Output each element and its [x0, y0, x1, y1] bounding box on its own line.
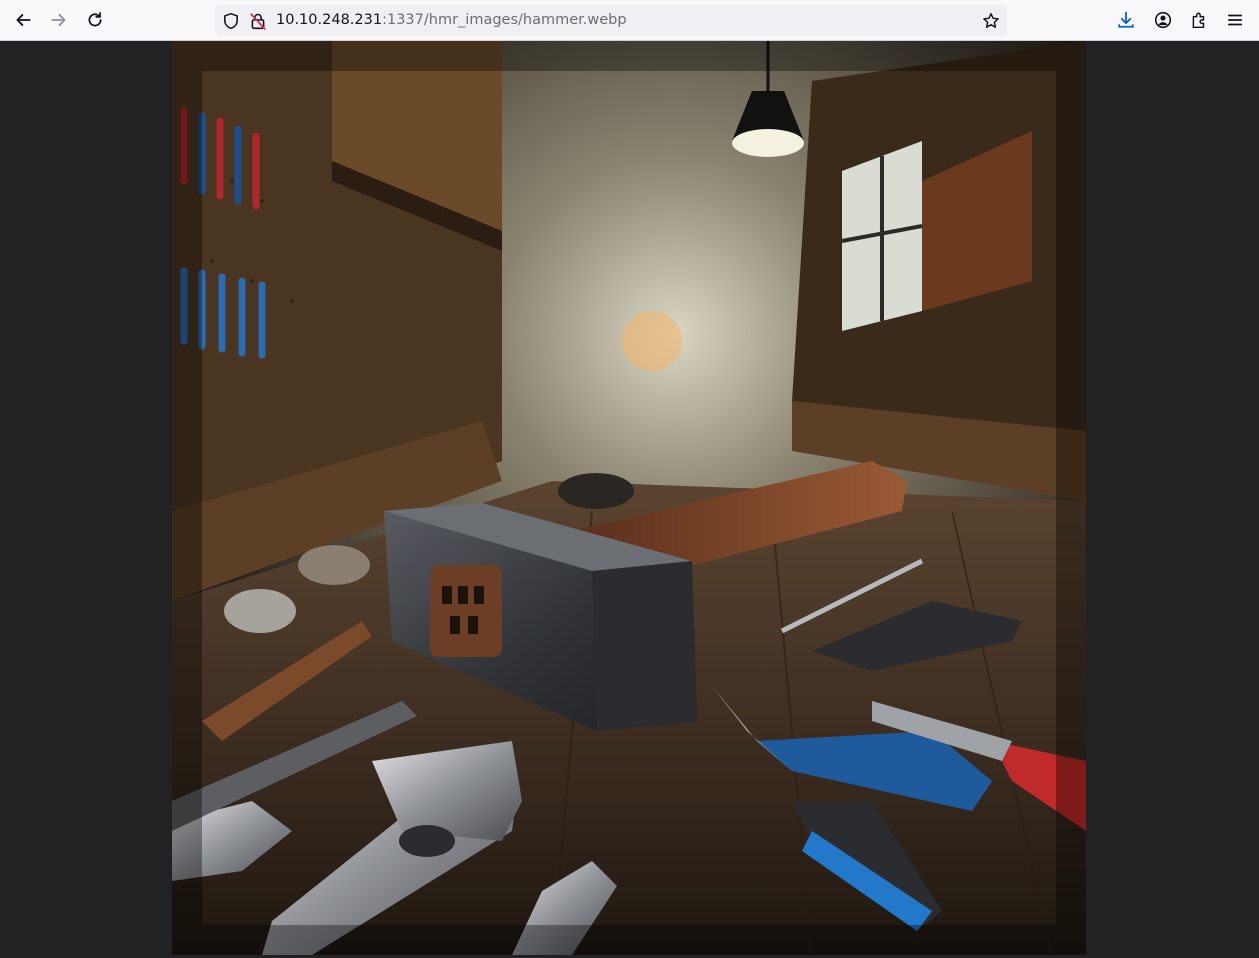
shield-icon[interactable] [222, 12, 240, 30]
account-icon [1154, 11, 1172, 29]
insecure-lock-icon[interactable] [249, 12, 267, 30]
account-button[interactable] [1147, 4, 1179, 36]
menu-button[interactable] [1219, 4, 1251, 36]
back-button[interactable] [7, 4, 39, 36]
extensions-button[interactable] [1183, 4, 1215, 36]
workshop-hammer-image[interactable] [172, 41, 1086, 955]
menu-icon [1227, 14, 1243, 26]
arrow-right-icon [51, 14, 66, 26]
url-host: 10.10.248.231 [276, 12, 383, 28]
arrow-left-icon [16, 14, 31, 26]
forward-button[interactable] [43, 4, 75, 36]
url-bar[interactable]: 10.10.248.231:1337/hmr_images/hammer.web… [215, 5, 1007, 36]
browser-toolbar: 10.10.248.231:1337/hmr_images/hammer.web… [0, 0, 1259, 41]
image-viewer [0, 41, 1259, 958]
url-path: :1337/hmr_images/hammer.webp [382, 12, 627, 28]
star-icon[interactable] [982, 12, 1000, 30]
reload-icon [88, 12, 102, 27]
url-text[interactable]: 10.10.248.231:1337/hmr_images/hammer.web… [276, 11, 627, 30]
reload-button[interactable] [79, 4, 111, 36]
downloads-button[interactable] [1110, 4, 1142, 36]
download-icon [1118, 11, 1134, 28]
extensions-icon [1192, 12, 1205, 29]
hammer-photo [172, 41, 1086, 955]
